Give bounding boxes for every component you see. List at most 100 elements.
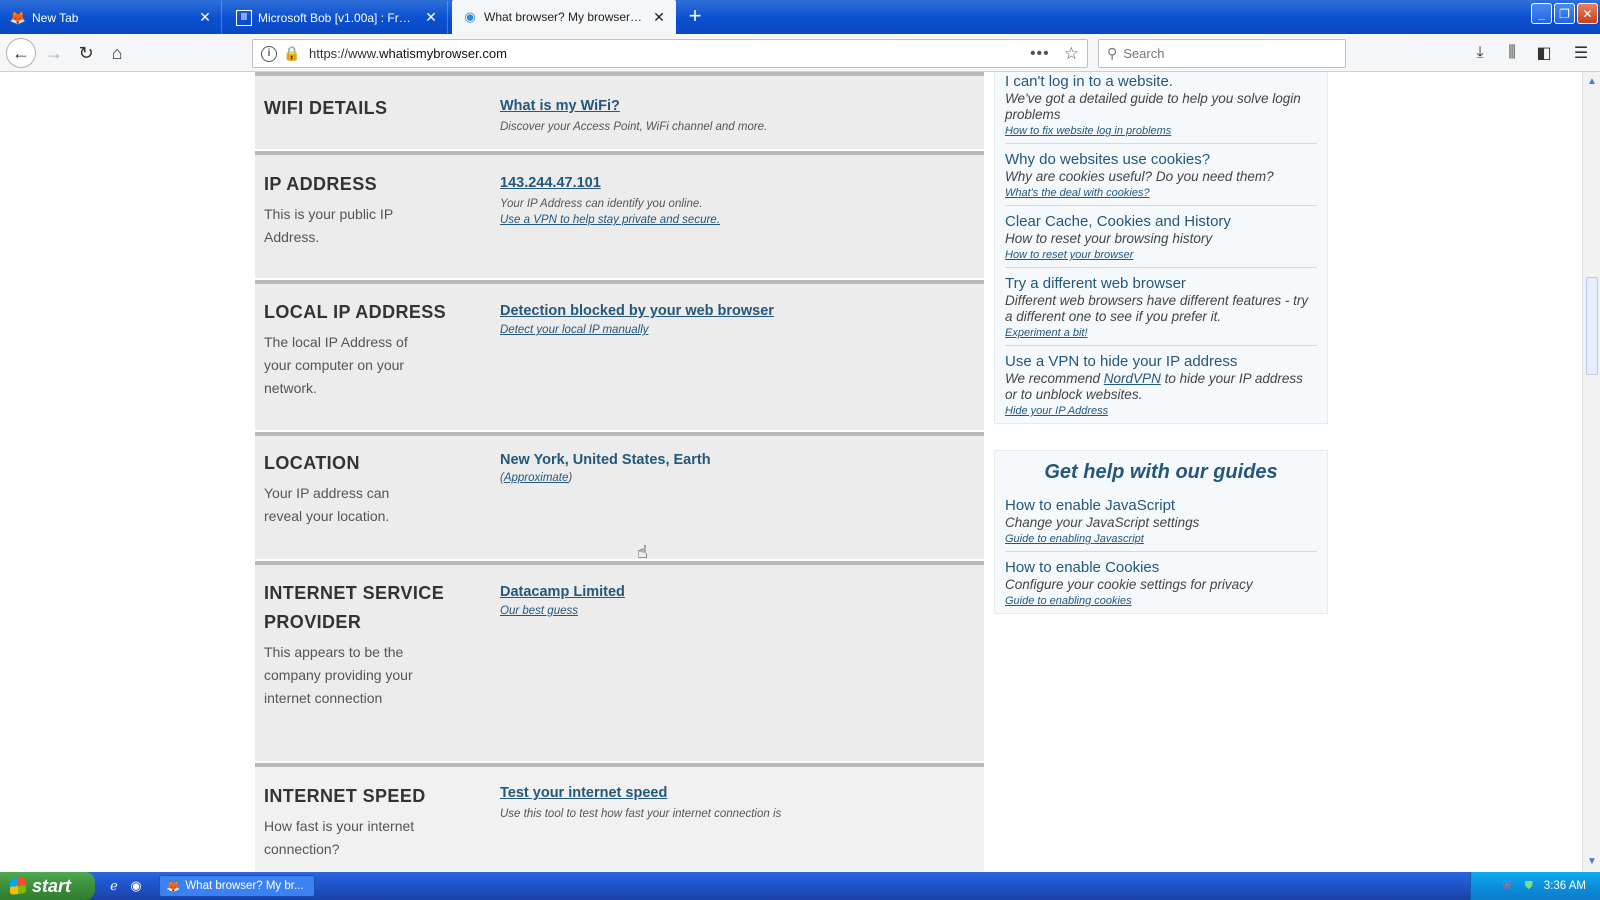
help-item-title[interactable]: Clear Cache, Cookies and History — [1005, 212, 1317, 231]
tab-title: What browser? My browser? Is my browser — [484, 10, 645, 24]
search-input[interactable] — [1123, 46, 1337, 61]
guides-box: Get help with our guides How to enable J… — [994, 450, 1328, 614]
taskbar: start ℯ ◉ 🦊 What browser? My br... ⛨ ⛊ 3… — [0, 872, 1600, 900]
ip-address-link[interactable]: 143.244.47.101 — [500, 175, 601, 191]
whatismybrowser-icon: ◉ — [464, 9, 476, 24]
help-item: Why do websites use cookies? Why are coo… — [1005, 144, 1317, 206]
row-isp: INTERNET SERVICE PROVIDER This appears t… — [255, 561, 984, 761]
nordvpn-link[interactable]: NordVPN — [1104, 371, 1161, 386]
forward-button[interactable]: → — [40, 39, 68, 67]
help-item: Try a different web browser Different we… — [1005, 268, 1317, 346]
guide-title[interactable]: How to enable JavaScript — [1005, 496, 1317, 515]
approximate-link[interactable]: Approximate — [504, 472, 569, 484]
help-item-link[interactable]: Hide your IP Address — [1005, 405, 1317, 417]
scroll-up-icon[interactable]: ▲ — [1586, 76, 1598, 88]
help-item-title[interactable]: I can't log in to a website. — [1005, 72, 1317, 91]
menu-button[interactable]: ☰ — [1569, 42, 1593, 64]
row-ip-address: IP ADDRESS This is your public IP Addres… — [255, 151, 984, 278]
row-label: LOCAL IP ADDRESS The local IP Address of… — [264, 298, 464, 400]
close-tab-icon[interactable]: ✕ — [197, 9, 213, 26]
tab-new-tab[interactable]: 🦊 New Tab ✕ — [0, 1, 222, 34]
row-description: How fast is your internet connection? — [264, 818, 415, 857]
help-item-title[interactable]: Use a VPN to hide your IP address — [1005, 352, 1317, 371]
library-button[interactable]: ⫼ — [1500, 42, 1524, 64]
row-note: Your IP Address can identify you online. — [500, 198, 703, 210]
info-icon[interactable]: i — [261, 45, 277, 62]
best-guess-link[interactable]: Our best guess — [500, 605, 625, 617]
guide-item: How to enable Cookies Configure your coo… — [1005, 552, 1317, 613]
guide-item: How to enable JavaScript Change your Jav… — [1005, 490, 1317, 552]
help-item-link[interactable]: What's the deal with cookies? — [1005, 187, 1317, 199]
tab-title: New Tab — [32, 10, 79, 25]
page-actions-icon[interactable]: ••• — [1030, 45, 1050, 63]
close-window-button[interactable]: ✕ — [1577, 3, 1598, 24]
new-tab-button[interactable]: + — [682, 4, 708, 30]
row-heading: INTERNET SERVICE PROVIDER — [264, 583, 445, 632]
help-item-link[interactable]: Experiment a bit! — [1005, 327, 1317, 339]
reload-button[interactable]: ↻ — [72, 39, 100, 67]
row-label: WIFI DETAILS — [264, 94, 464, 123]
isp-link[interactable]: Datacamp Limited — [500, 584, 625, 600]
vpn-link[interactable]: Use a VPN to help stay private and secur… — [500, 214, 720, 226]
scroll-down-icon[interactable]: ▼ — [1586, 856, 1598, 868]
network-icon[interactable]: ⛊ — [1522, 879, 1536, 893]
home-button[interactable]: ⌂ — [103, 39, 131, 67]
speed-test-link[interactable]: Test your internet speed — [500, 785, 667, 801]
lock-icon[interactable]: 🔒 — [283, 45, 300, 62]
shield-icon[interactable]: ⛨ — [1500, 879, 1514, 893]
taskbar-window-button[interactable]: 🦊 What browser? My br... — [159, 875, 315, 897]
row-local-ip-address: LOCAL IP ADDRESS The local IP Address of… — [255, 280, 984, 430]
row-value: New York, United States, Earth (Approxim… — [500, 452, 711, 484]
location-value: New York, United States, Earth — [500, 452, 711, 468]
url-bar[interactable]: i 🔒 https://www.whatismybrowser.com ••• … — [252, 39, 1088, 68]
row-value: 143.244.47.101 Your IP Address can ident… — [500, 174, 720, 226]
browser-details-table: WIFI DETAILS What is my WiFi? Discover y… — [255, 72, 984, 872]
help-item-sub: Why are cookies useful? Do you need them… — [1005, 169, 1274, 184]
tab-whatismybrowser[interactable]: ◉ What browser? My browser? Is my browse… — [452, 0, 676, 34]
scroll-thumb[interactable] — [1586, 277, 1598, 375]
help-item-sub: How to reset your browsing history — [1005, 231, 1213, 246]
row-value: Test your internet speed Use this tool t… — [500, 784, 781, 820]
tab-microsoft-bob[interactable]: Ⅲ Microsoft Bob [v1.00a] : Free Download… — [226, 1, 448, 34]
sub-text: We recommend — [1005, 371, 1104, 386]
guide-title[interactable]: How to enable Cookies — [1005, 558, 1317, 577]
help-item-title[interactable]: Why do websites use cookies? — [1005, 150, 1317, 169]
row-note: Use this tool to test how fast your inte… — [500, 808, 782, 820]
reload-icon: ↻ — [78, 42, 94, 63]
help-item: Use a VPN to hide your IP address We rec… — [1005, 346, 1317, 423]
detect-local-ip-link[interactable]: Detect your local IP manually — [500, 324, 774, 336]
sidebar-button[interactable]: ◧ — [1532, 42, 1556, 64]
local-ip-link[interactable]: Detection blocked by your web browser — [500, 303, 774, 319]
help-item-link[interactable]: How to reset your browser — [1005, 249, 1317, 261]
download-icon: ⤓ — [1476, 44, 1484, 61]
hand-cursor-icon: ☝ — [637, 542, 648, 562]
restore-button[interactable]: ❐ — [1554, 3, 1575, 24]
bookmark-star-icon[interactable]: ☆ — [1064, 44, 1079, 64]
url-host: whatismybrowser.com — [379, 46, 507, 61]
help-item-title[interactable]: Try a different web browser — [1005, 274, 1317, 293]
help-item-link[interactable]: How to fix website log in problems — [1005, 125, 1317, 137]
row-wifi-details: WIFI DETAILS What is my WiFi? Discover y… — [255, 72, 984, 149]
help-item: Clear Cache, Cookies and History How to … — [1005, 206, 1317, 268]
row-value: Datacamp Limited Our best guess — [500, 583, 625, 617]
search-icon: ⚲ — [1107, 45, 1118, 61]
close-tab-icon[interactable]: ✕ — [651, 9, 667, 25]
vertical-scrollbar[interactable]: ▲ ▼ — [1582, 72, 1600, 872]
downloads-button[interactable]: ⤓ — [1468, 42, 1492, 64]
browser-quicklaunch-icon[interactable]: ◉ — [127, 877, 145, 895]
url-text[interactable]: https://www.whatismybrowser.com — [309, 46, 1030, 61]
guide-link[interactable]: Guide to enabling Javascript — [1005, 533, 1317, 545]
wifi-link[interactable]: What is my WiFi? — [500, 98, 620, 114]
sidebar: I can't log in to a website. We've got a… — [994, 72, 1328, 614]
internet-explorer-icon[interactable]: ℯ — [105, 877, 123, 895]
close-tab-icon[interactable]: ✕ — [423, 9, 439, 26]
guide-sub: Change your JavaScript settings — [1005, 515, 1200, 530]
start-label: start — [32, 875, 72, 896]
minimize-button[interactable]: _ — [1531, 3, 1552, 24]
back-button[interactable]: ← — [6, 38, 36, 68]
start-button[interactable]: start — [0, 872, 95, 900]
url-prefix: https://www. — [309, 46, 380, 61]
search-box[interactable]: ⚲ — [1098, 39, 1346, 68]
help-item-sub: We recommend NordVPN to hide your IP add… — [1005, 371, 1317, 403]
guide-link[interactable]: Guide to enabling cookies — [1005, 595, 1317, 607]
